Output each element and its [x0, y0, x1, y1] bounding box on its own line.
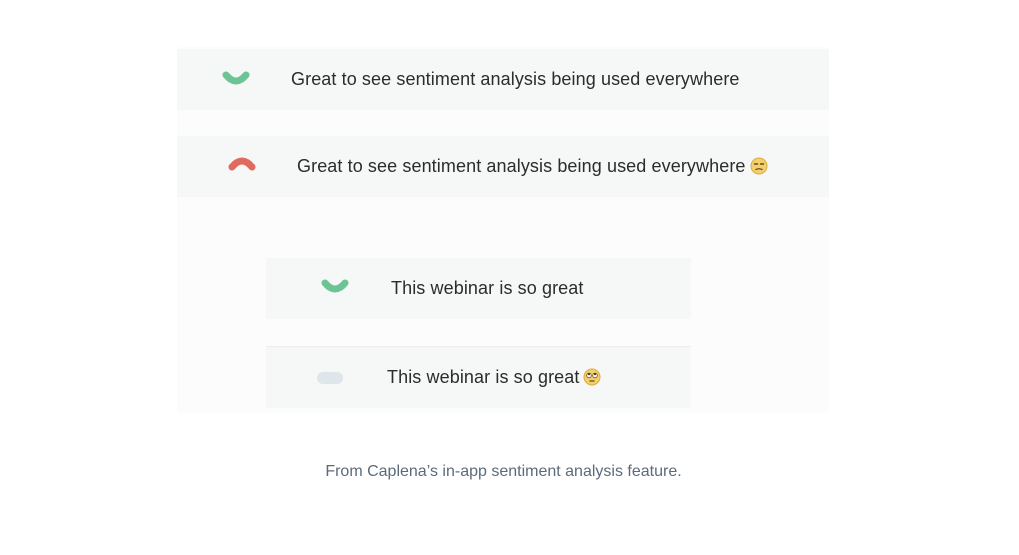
frown-arc-icon [228, 157, 256, 171]
smile-arc-icon [222, 71, 250, 85]
sentiment-row-text: This webinar is so great [387, 367, 580, 387]
sentiment-row-text: This webinar is so great [391, 278, 584, 298]
neutral-pill-icon [317, 372, 343, 384]
smile-arc-icon [321, 279, 349, 293]
sentiment-row-negative: Great to see sentiment analysis being us… [177, 136, 829, 197]
sentiment-row-positive: Great to see sentiment analysis being us… [177, 49, 829, 110]
figure-caption: From Caplena’s in-app sentiment analysis… [325, 463, 682, 480]
sentiment-row-text-with-emoji: This webinar is so great [387, 367, 601, 388]
sentiment-row-positive: This webinar is so great [266, 258, 691, 319]
sentiment-row-text-with-emoji: Great to see sentiment analysis being us… [297, 156, 768, 177]
unamused-face-emoji-icon [750, 157, 768, 175]
sentiment-row-text: Great to see sentiment analysis being us… [297, 156, 746, 176]
sentiment-row-neutral: This webinar is so great [266, 346, 691, 408]
rolling-eyes-emoji-icon [583, 368, 601, 386]
sentiment-example-figure: Great to see sentiment analysis being us… [177, 47, 829, 413]
sentiment-row-text: Great to see sentiment analysis being us… [291, 69, 740, 89]
